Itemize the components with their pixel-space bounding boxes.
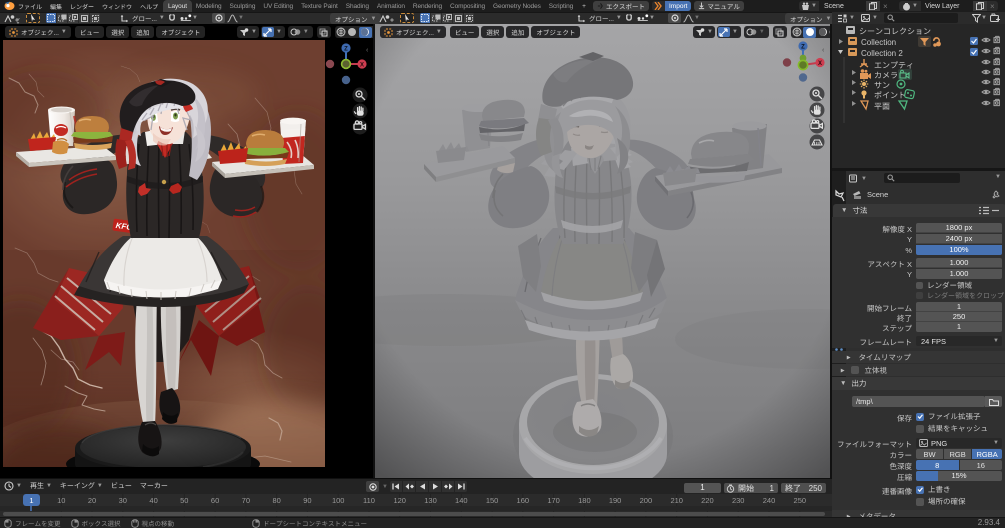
svg-text:190: 190 xyxy=(609,496,622,505)
svg-text:100: 100 xyxy=(332,496,345,505)
svg-text:150: 150 xyxy=(486,496,499,505)
svg-text:50: 50 xyxy=(180,496,188,505)
svg-text:シーンコレクション: シーンコレクション xyxy=(859,27,931,36)
svg-text:30: 30 xyxy=(119,496,127,505)
svg-text:90: 90 xyxy=(303,496,311,505)
svg-text:120: 120 xyxy=(393,496,406,505)
svg-text:210: 210 xyxy=(670,496,683,505)
svg-text:180: 180 xyxy=(578,496,591,505)
svg-text:Collection 2: Collection 2 xyxy=(861,49,903,58)
svg-text:X: X xyxy=(818,61,822,67)
svg-text:80: 80 xyxy=(273,496,281,505)
svg-text:X: X xyxy=(360,62,364,68)
svg-text:220: 220 xyxy=(701,496,714,505)
svg-text:60: 60 xyxy=(211,496,219,505)
svg-text:10: 10 xyxy=(57,496,65,505)
svg-text:110: 110 xyxy=(363,496,375,505)
svg-text:Z: Z xyxy=(344,46,348,52)
svg-text:サン: サン xyxy=(874,81,890,90)
svg-text:160: 160 xyxy=(517,496,530,505)
svg-text:エンプティ: エンプティ xyxy=(874,61,914,70)
svg-text:Z: Z xyxy=(801,44,805,50)
svg-text:230: 230 xyxy=(732,496,745,505)
svg-text:240: 240 xyxy=(763,496,776,505)
svg-text:カメラ: カメラ xyxy=(874,71,898,80)
svg-text:40: 40 xyxy=(149,496,157,505)
svg-text:20: 20 xyxy=(88,496,96,505)
svg-text:1: 1 xyxy=(29,496,33,505)
svg-text:130: 130 xyxy=(424,496,437,505)
svg-text:Collection: Collection xyxy=(861,38,896,47)
svg-text:70: 70 xyxy=(242,496,250,505)
svg-text:140: 140 xyxy=(455,496,468,505)
svg-text:170: 170 xyxy=(547,496,560,505)
svg-text:200: 200 xyxy=(640,496,653,505)
svg-text:平面: 平面 xyxy=(874,102,890,111)
svg-text:ポイント: ポイント xyxy=(874,91,906,100)
svg-text:250: 250 xyxy=(794,496,807,505)
